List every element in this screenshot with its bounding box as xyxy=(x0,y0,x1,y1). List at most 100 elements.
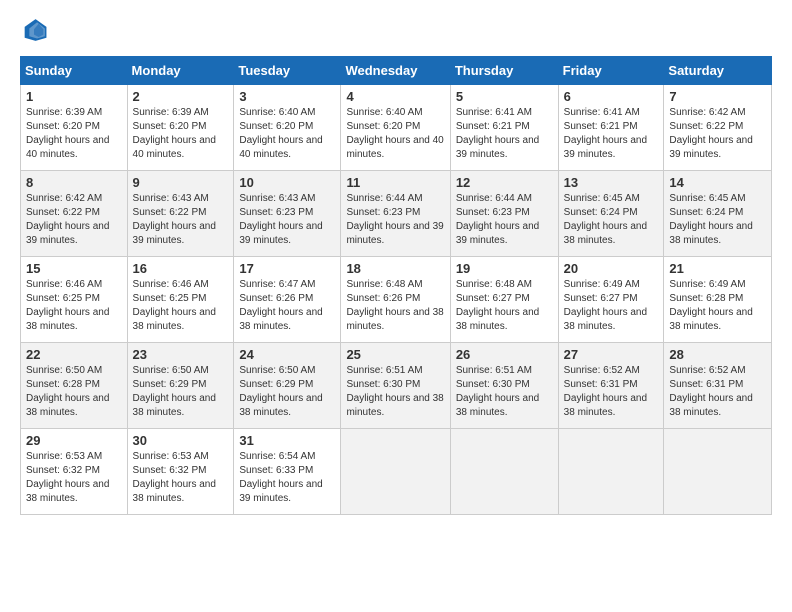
calendar-cell: 5 Sunrise: 6:41 AM Sunset: 6:21 PM Dayli… xyxy=(450,85,558,171)
day-info: Sunrise: 6:50 AM Sunset: 6:29 PM Dayligh… xyxy=(133,364,229,420)
day-number: 2 xyxy=(133,89,229,104)
calendar-cell: 17 Sunrise: 6:47 AM Sunset: 6:26 PM Dayl… xyxy=(234,257,341,343)
day-info: Sunrise: 6:47 AM Sunset: 6:26 PM Dayligh… xyxy=(239,278,335,334)
calendar-cell xyxy=(558,429,664,515)
day-number: 6 xyxy=(564,89,659,104)
day-number: 9 xyxy=(133,175,229,190)
day-number: 26 xyxy=(456,347,553,362)
day-info: Sunrise: 6:44 AM Sunset: 6:23 PM Dayligh… xyxy=(456,192,553,248)
day-number: 5 xyxy=(456,89,553,104)
day-number: 24 xyxy=(239,347,335,362)
day-number: 29 xyxy=(26,433,122,448)
calendar-cell: 13 Sunrise: 6:45 AM Sunset: 6:24 PM Dayl… xyxy=(558,171,664,257)
calendar-cell: 3 Sunrise: 6:40 AM Sunset: 6:20 PM Dayli… xyxy=(234,85,341,171)
day-info: Sunrise: 6:50 AM Sunset: 6:28 PM Dayligh… xyxy=(26,364,122,420)
day-info: Sunrise: 6:53 AM Sunset: 6:32 PM Dayligh… xyxy=(26,450,122,506)
day-info: Sunrise: 6:45 AM Sunset: 6:24 PM Dayligh… xyxy=(669,192,766,248)
day-info: Sunrise: 6:48 AM Sunset: 6:26 PM Dayligh… xyxy=(346,278,444,334)
page: SundayMondayTuesdayWednesdayThursdayFrid… xyxy=(0,0,792,612)
day-number: 4 xyxy=(346,89,444,104)
day-number: 3 xyxy=(239,89,335,104)
calendar-cell: 12 Sunrise: 6:44 AM Sunset: 6:23 PM Dayl… xyxy=(450,171,558,257)
weekday-header: Tuesday xyxy=(234,57,341,85)
day-number: 18 xyxy=(346,261,444,276)
day-info: Sunrise: 6:41 AM Sunset: 6:21 PM Dayligh… xyxy=(564,106,659,162)
day-info: Sunrise: 6:46 AM Sunset: 6:25 PM Dayligh… xyxy=(26,278,122,334)
day-info: Sunrise: 6:41 AM Sunset: 6:21 PM Dayligh… xyxy=(456,106,553,162)
day-number: 28 xyxy=(669,347,766,362)
logo-icon xyxy=(20,16,48,44)
calendar-cell: 7 Sunrise: 6:42 AM Sunset: 6:22 PM Dayli… xyxy=(664,85,772,171)
day-info: Sunrise: 6:52 AM Sunset: 6:31 PM Dayligh… xyxy=(669,364,766,420)
day-number: 21 xyxy=(669,261,766,276)
day-info: Sunrise: 6:48 AM Sunset: 6:27 PM Dayligh… xyxy=(456,278,553,334)
calendar-table: SundayMondayTuesdayWednesdayThursdayFrid… xyxy=(20,56,772,515)
day-number: 25 xyxy=(346,347,444,362)
day-info: Sunrise: 6:53 AM Sunset: 6:32 PM Dayligh… xyxy=(133,450,229,506)
day-info: Sunrise: 6:45 AM Sunset: 6:24 PM Dayligh… xyxy=(564,192,659,248)
day-info: Sunrise: 6:49 AM Sunset: 6:28 PM Dayligh… xyxy=(669,278,766,334)
calendar-cell: 15 Sunrise: 6:46 AM Sunset: 6:25 PM Dayl… xyxy=(21,257,128,343)
day-info: Sunrise: 6:43 AM Sunset: 6:22 PM Dayligh… xyxy=(133,192,229,248)
calendar-cell: 24 Sunrise: 6:50 AM Sunset: 6:29 PM Dayl… xyxy=(234,343,341,429)
day-number: 30 xyxy=(133,433,229,448)
day-number: 23 xyxy=(133,347,229,362)
day-number: 19 xyxy=(456,261,553,276)
weekday-header: Saturday xyxy=(664,57,772,85)
day-info: Sunrise: 6:54 AM Sunset: 6:33 PM Dayligh… xyxy=(239,450,335,506)
calendar-body: 1 Sunrise: 6:39 AM Sunset: 6:20 PM Dayli… xyxy=(21,85,772,515)
calendar-week-row: 29 Sunrise: 6:53 AM Sunset: 6:32 PM Dayl… xyxy=(21,429,772,515)
calendar-cell: 6 Sunrise: 6:41 AM Sunset: 6:21 PM Dayli… xyxy=(558,85,664,171)
day-info: Sunrise: 6:39 AM Sunset: 6:20 PM Dayligh… xyxy=(26,106,122,162)
calendar-cell: 14 Sunrise: 6:45 AM Sunset: 6:24 PM Dayl… xyxy=(664,171,772,257)
calendar-cell: 23 Sunrise: 6:50 AM Sunset: 6:29 PM Dayl… xyxy=(127,343,234,429)
day-info: Sunrise: 6:40 AM Sunset: 6:20 PM Dayligh… xyxy=(239,106,335,162)
calendar-cell xyxy=(341,429,450,515)
day-number: 31 xyxy=(239,433,335,448)
header xyxy=(20,16,772,44)
calendar-header-row: SundayMondayTuesdayWednesdayThursdayFrid… xyxy=(21,57,772,85)
day-number: 8 xyxy=(26,175,122,190)
calendar-cell: 9 Sunrise: 6:43 AM Sunset: 6:22 PM Dayli… xyxy=(127,171,234,257)
calendar-cell: 18 Sunrise: 6:48 AM Sunset: 6:26 PM Dayl… xyxy=(341,257,450,343)
calendar-cell xyxy=(450,429,558,515)
day-number: 20 xyxy=(564,261,659,276)
day-number: 10 xyxy=(239,175,335,190)
day-info: Sunrise: 6:50 AM Sunset: 6:29 PM Dayligh… xyxy=(239,364,335,420)
calendar-cell: 31 Sunrise: 6:54 AM Sunset: 6:33 PM Dayl… xyxy=(234,429,341,515)
calendar-cell: 30 Sunrise: 6:53 AM Sunset: 6:32 PM Dayl… xyxy=(127,429,234,515)
calendar-week-row: 1 Sunrise: 6:39 AM Sunset: 6:20 PM Dayli… xyxy=(21,85,772,171)
calendar-cell: 28 Sunrise: 6:52 AM Sunset: 6:31 PM Dayl… xyxy=(664,343,772,429)
weekday-header: Monday xyxy=(127,57,234,85)
calendar-cell: 27 Sunrise: 6:52 AM Sunset: 6:31 PM Dayl… xyxy=(558,343,664,429)
weekday-header: Wednesday xyxy=(341,57,450,85)
calendar-week-row: 15 Sunrise: 6:46 AM Sunset: 6:25 PM Dayl… xyxy=(21,257,772,343)
calendar-cell: 1 Sunrise: 6:39 AM Sunset: 6:20 PM Dayli… xyxy=(21,85,128,171)
day-number: 12 xyxy=(456,175,553,190)
calendar-cell: 2 Sunrise: 6:39 AM Sunset: 6:20 PM Dayli… xyxy=(127,85,234,171)
weekday-header: Sunday xyxy=(21,57,128,85)
calendar-week-row: 22 Sunrise: 6:50 AM Sunset: 6:28 PM Dayl… xyxy=(21,343,772,429)
calendar-cell: 19 Sunrise: 6:48 AM Sunset: 6:27 PM Dayl… xyxy=(450,257,558,343)
day-number: 17 xyxy=(239,261,335,276)
calendar-cell: 10 Sunrise: 6:43 AM Sunset: 6:23 PM Dayl… xyxy=(234,171,341,257)
calendar-cell: 16 Sunrise: 6:46 AM Sunset: 6:25 PM Dayl… xyxy=(127,257,234,343)
calendar-week-row: 8 Sunrise: 6:42 AM Sunset: 6:22 PM Dayli… xyxy=(21,171,772,257)
calendar-cell: 26 Sunrise: 6:51 AM Sunset: 6:30 PM Dayl… xyxy=(450,343,558,429)
day-info: Sunrise: 6:42 AM Sunset: 6:22 PM Dayligh… xyxy=(669,106,766,162)
calendar-cell xyxy=(664,429,772,515)
calendar-cell: 25 Sunrise: 6:51 AM Sunset: 6:30 PM Dayl… xyxy=(341,343,450,429)
calendar-cell: 8 Sunrise: 6:42 AM Sunset: 6:22 PM Dayli… xyxy=(21,171,128,257)
logo xyxy=(20,16,52,44)
calendar-cell: 20 Sunrise: 6:49 AM Sunset: 6:27 PM Dayl… xyxy=(558,257,664,343)
weekday-header: Friday xyxy=(558,57,664,85)
day-number: 13 xyxy=(564,175,659,190)
calendar-cell: 21 Sunrise: 6:49 AM Sunset: 6:28 PM Dayl… xyxy=(664,257,772,343)
calendar-cell: 4 Sunrise: 6:40 AM Sunset: 6:20 PM Dayli… xyxy=(341,85,450,171)
day-info: Sunrise: 6:43 AM Sunset: 6:23 PM Dayligh… xyxy=(239,192,335,248)
day-number: 22 xyxy=(26,347,122,362)
weekday-header: Thursday xyxy=(450,57,558,85)
day-info: Sunrise: 6:49 AM Sunset: 6:27 PM Dayligh… xyxy=(564,278,659,334)
day-info: Sunrise: 6:46 AM Sunset: 6:25 PM Dayligh… xyxy=(133,278,229,334)
day-info: Sunrise: 6:44 AM Sunset: 6:23 PM Dayligh… xyxy=(346,192,444,248)
